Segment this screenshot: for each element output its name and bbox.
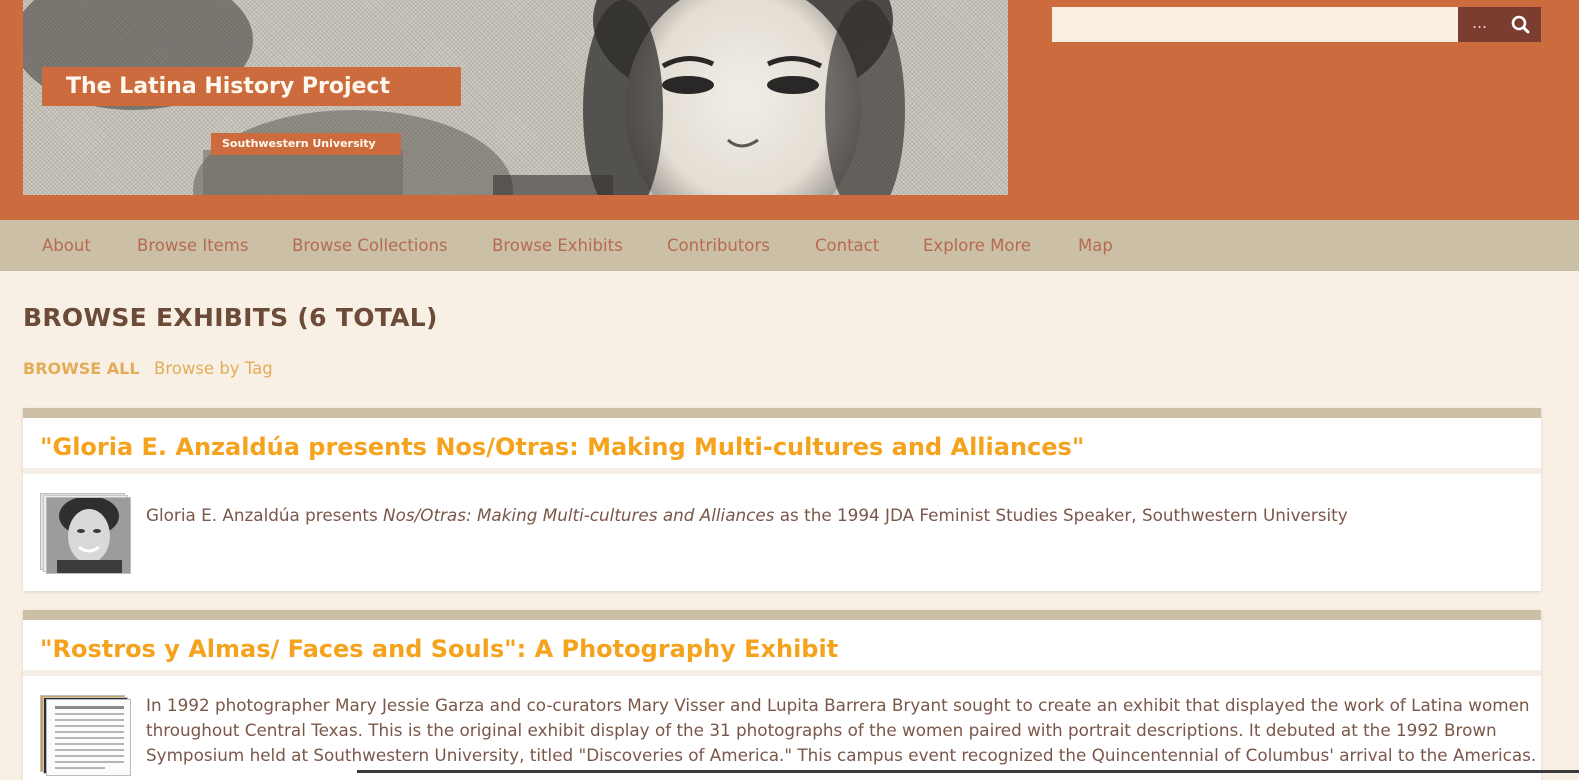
exhibit-card: "Gloria E. Anzaldúa presents Nos/Otras: …	[23, 408, 1541, 591]
filter-browse-by-tag[interactable]: Browse by Tag	[154, 359, 273, 378]
exhibit-header: "Rostros y Almas/ Faces and Souls": A Ph…	[23, 620, 1541, 676]
site-header: The Latina History Project Southwestern …	[0, 0, 1579, 220]
exhibit-description: Gloria E. Anzaldúa presents Nos/Otras: M…	[146, 503, 1348, 528]
site-title[interactable]: The Latina History Project	[42, 67, 461, 106]
exhibit-thumbnail-image	[46, 497, 131, 574]
exhibit-title-link[interactable]: "Rostros y Almas/ Faces and Souls": A Ph…	[40, 635, 838, 663]
search-options-button[interactable]: …	[1458, 7, 1501, 42]
exhibit-header: "Gloria E. Anzaldúa presents Nos/Otras: …	[23, 418, 1541, 474]
portrait-thumbnail-icon	[47, 498, 130, 573]
exhibit-thumbnail-image	[46, 699, 131, 776]
desc-line: throughout Central Texas. This is the or…	[146, 720, 1497, 740]
desc-text: Gloria E. Anzaldúa presents	[146, 505, 384, 525]
page-title: BROWSE EXHIBITS (6 TOTAL)	[23, 303, 438, 332]
nav-item-explore-more[interactable]: Explore More	[923, 220, 1031, 271]
header-banner-image[interactable]: The Latina History Project Southwestern …	[23, 0, 1008, 195]
desc-text: as the 1994 JDA Feminist Studies Speaker…	[774, 505, 1348, 525]
nav-item-about[interactable]: About	[42, 220, 91, 271]
exhibit-thumbnail[interactable]	[40, 695, 131, 776]
nav-item-map[interactable]: Map	[1078, 220, 1113, 271]
exhibit-description: In 1992 photographer Mary Jessie Garza a…	[146, 693, 1536, 768]
exhibit-title-link[interactable]: "Gloria E. Anzaldúa presents Nos/Otras: …	[40, 433, 1084, 461]
nav-item-contributors[interactable]: Contributors	[667, 220, 770, 271]
document-thumbnail-icon	[47, 700, 130, 775]
nav-item-browse-items[interactable]: Browse Items	[137, 220, 248, 271]
search-submit-button[interactable]	[1501, 7, 1541, 42]
filter-browse-all[interactable]: BROWSE ALL	[23, 359, 140, 378]
desc-italic-title: Nos/Otras: Making Multi-cultures and All…	[383, 505, 775, 525]
site-subtitle: Southwestern University	[211, 133, 401, 155]
search-icon	[1511, 15, 1530, 34]
exhibit-thumbnail[interactable]	[40, 493, 131, 574]
desc-line: In 1992 photographer Mary Jessie Garza a…	[146, 695, 1530, 715]
nav-item-browse-collections[interactable]: Browse Collections	[292, 220, 448, 271]
desc-line: Symposium held at Southwestern Universit…	[146, 745, 1537, 765]
search-input[interactable]	[1052, 7, 1458, 42]
nav-item-contact[interactable]: Contact	[815, 220, 879, 271]
main-nav: About Browse Items Browse Collections Br…	[0, 220, 1579, 271]
nav-item-browse-exhibits[interactable]: Browse Exhibits	[492, 220, 623, 271]
exhibit-card: "Rostros y Almas/ Faces and Souls": A Ph…	[23, 610, 1541, 780]
